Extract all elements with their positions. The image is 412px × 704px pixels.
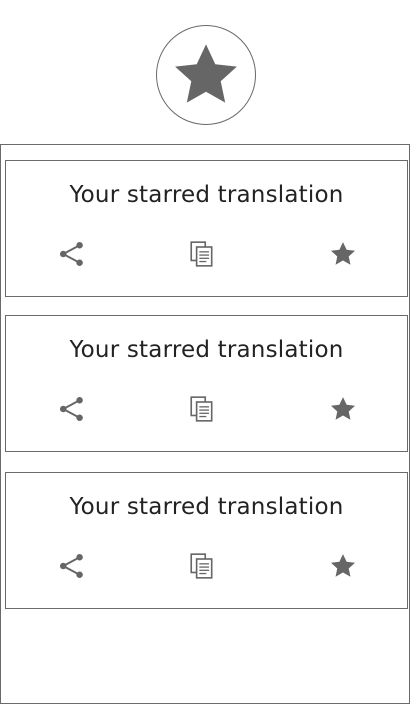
share-icon: [59, 396, 83, 422]
card-actions: [6, 392, 407, 426]
share-button[interactable]: [55, 549, 89, 583]
card-text: Your starred translation: [69, 337, 344, 363]
copy-icon: [190, 241, 213, 267]
share-icon: [59, 241, 83, 267]
star-button[interactable]: [326, 392, 360, 426]
star-button[interactable]: [326, 237, 360, 271]
share-icon: [59, 553, 83, 579]
star-icon: [330, 554, 356, 577]
card-text: Your starred translation: [69, 182, 344, 208]
starred-card: Your starred translation: [5, 160, 408, 297]
copy-button[interactable]: [185, 237, 219, 271]
copy-button[interactable]: [185, 549, 219, 583]
star-icon: [330, 397, 356, 420]
card-actions: [6, 549, 407, 583]
starred-card: Your starred translation: [5, 472, 408, 609]
card-actions: [6, 237, 407, 271]
star-button[interactable]: [326, 549, 360, 583]
star-icon: [175, 44, 237, 103]
share-button[interactable]: [55, 392, 89, 426]
copy-icon: [190, 396, 213, 422]
copy-button[interactable]: [185, 392, 219, 426]
share-button[interactable]: [55, 237, 89, 271]
star-icon: [330, 242, 356, 265]
starred-card: Your starred translation: [5, 315, 408, 452]
starred-header-badge: [156, 25, 256, 125]
starred-list[interactable]: Your starred translation Your starred tr…: [0, 144, 410, 704]
copy-icon: [190, 553, 213, 579]
card-text: Your starred translation: [69, 494, 344, 520]
